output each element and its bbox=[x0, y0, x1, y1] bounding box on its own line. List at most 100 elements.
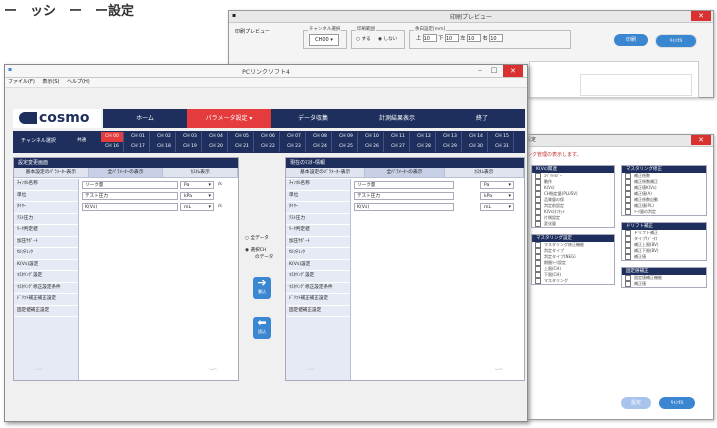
settings-checkbox-row[interactable]: 変化量 bbox=[532, 221, 614, 227]
write-button[interactable]: ➔ 書込 bbox=[253, 277, 271, 299]
channel-button[interactable]: CH 02 bbox=[153, 132, 176, 142]
channel-button[interactable]: CH 14 bbox=[465, 132, 488, 142]
category-row[interactable]: ﾃｽﾄ圧力 bbox=[14, 214, 78, 225]
channel-button[interactable]: CH 11 bbox=[387, 132, 410, 142]
settings-checkbox-row[interactable]: ﾘｰｸ量の判定 bbox=[622, 209, 706, 215]
channel-button[interactable]: CH 22 bbox=[257, 142, 280, 152]
margin-right-spinner[interactable]: 10 bbox=[489, 34, 504, 42]
category-row[interactable]: ﾄﾞﾘﾌﾄ補正補正設定 bbox=[286, 294, 350, 306]
menu-file[interactable]: ファイル(F) bbox=[8, 79, 35, 85]
channel-button[interactable]: CH 15 bbox=[491, 132, 514, 142]
category-row[interactable]: ﾁｬﾝﾈﾙ名称 bbox=[14, 179, 78, 191]
channel-button[interactable]: CH 24 bbox=[309, 142, 332, 152]
tab-all[interactable]: 全ﾊﾟﾗﾒｰﾀｰの表示 bbox=[88, 168, 164, 178]
field-input[interactable]: テスト圧力 bbox=[354, 192, 454, 200]
category-row[interactable]: ﾀｲﾏｰ bbox=[286, 202, 350, 214]
category-row[interactable]: ﾀｲﾏｰ bbox=[14, 202, 78, 214]
radio-selected-ch[interactable]: ◉ 選択CH bbox=[245, 247, 266, 253]
channel-select[interactable]: CH00 ▾ bbox=[309, 34, 339, 46]
field-input[interactable]: リーク量 bbox=[82, 181, 178, 189]
channel-button[interactable]: CH 03 bbox=[179, 132, 202, 142]
margin-bottom-spinner[interactable]: 10 bbox=[444, 34, 459, 42]
channel-button[interactable]: CH 17 bbox=[127, 142, 150, 152]
channel-button[interactable]: CH 10 bbox=[361, 132, 384, 142]
channel-button[interactable]: CH 18 bbox=[153, 142, 176, 152]
field-input[interactable]: リーク量 bbox=[354, 181, 454, 189]
checkbox-icon[interactable] bbox=[535, 278, 541, 284]
category-row[interactable]: 固定値補正設定 bbox=[14, 306, 78, 317]
channel-button[interactable]: CH 21 bbox=[231, 142, 254, 152]
tab-basic[interactable]: 基本設定のﾊﾟﾗﾒｰﾀｰ表示 bbox=[14, 168, 89, 178]
tab-custom[interactable]: ｶｽﾀﾑ表示 bbox=[444, 168, 524, 178]
nav-parameter-settings[interactable]: パラメータ設定 ▾ bbox=[187, 109, 271, 128]
channel-button[interactable]: CH 01 bbox=[127, 132, 150, 142]
category-row[interactable]: ﾏｽﾀﾘﾝｸﾞ設定 bbox=[14, 271, 78, 283]
category-row[interactable]: ｾﾙﾌﾁｪｯｸ bbox=[286, 248, 350, 260]
category-row[interactable]: 加圧ｻﾎﾟｰﾄ bbox=[14, 237, 78, 248]
settings-checkbox-row[interactable]: 補正値 bbox=[622, 254, 706, 260]
channel-button[interactable]: CH 13 bbox=[439, 132, 462, 142]
category-row[interactable]: ｾﾙﾌﾁｪｯｸ bbox=[14, 248, 78, 260]
checkbox-icon[interactable] bbox=[625, 281, 631, 287]
category-row[interactable]: ﾘｰｸ判定値 bbox=[286, 225, 350, 237]
nav-data-collection[interactable]: データ収集 bbox=[271, 109, 355, 128]
category-row[interactable]: 加圧ｻﾎﾟｰﾄ bbox=[286, 237, 350, 248]
settings-cancel-button[interactable]: ｷｬﾝｾﾙ bbox=[659, 397, 695, 409]
channel-button[interactable]: CH 04 bbox=[205, 132, 228, 142]
minimize-icon[interactable]: – bbox=[473, 65, 487, 75]
menu-help[interactable]: ヘルプ(H) bbox=[67, 79, 90, 85]
category-row[interactable]: ﾁｬﾝﾈﾙ名称 bbox=[286, 179, 350, 191]
channel-button[interactable]: CH 16 bbox=[101, 142, 124, 152]
settings-ok-button[interactable]: 設定 bbox=[621, 397, 651, 409]
category-row[interactable]: ﾄﾞﾘﾌﾄ補正補正設定 bbox=[14, 294, 78, 306]
unit-select[interactable]: kPa bbox=[480, 192, 514, 200]
channel-button[interactable]: CH 25 bbox=[335, 142, 358, 152]
field-input[interactable]: K(Vs) bbox=[82, 203, 178, 211]
category-row[interactable]: ﾏｽﾀﾘﾝｸﾞ修正設定条件 bbox=[286, 283, 350, 294]
category-row[interactable]: ﾏｽﾀﾘﾝｸﾞ修正設定条件 bbox=[14, 283, 78, 294]
nav-results[interactable]: 計測結果表示 bbox=[355, 109, 439, 128]
range-radio-on[interactable]: ○ する bbox=[356, 36, 371, 42]
checkbox-icon[interactable] bbox=[625, 209, 631, 215]
field-input[interactable]: K(Vs) bbox=[354, 203, 454, 211]
tab-all[interactable]: 全ﾊﾟﾗﾒｰﾀｰの表示 bbox=[365, 168, 445, 178]
category-row[interactable]: 単位 bbox=[286, 191, 350, 202]
category-row[interactable]: 単位 bbox=[14, 191, 78, 202]
tab-custom[interactable]: ｶｽﾀﾑ表示 bbox=[163, 168, 239, 178]
channel-button[interactable]: CH 30 bbox=[465, 142, 488, 152]
tab-basic[interactable]: 基本設定のﾊﾟﾗﾒｰﾀｰ表示 bbox=[286, 168, 366, 178]
unit-select[interactable]: mL bbox=[180, 203, 214, 211]
menu-view[interactable]: 表示(S) bbox=[42, 79, 59, 85]
unit-select[interactable]: Pa bbox=[480, 181, 514, 189]
channel-button[interactable]: CH 28 bbox=[413, 142, 436, 152]
checkbox-icon[interactable] bbox=[625, 254, 631, 260]
channel-button[interactable]: CH 23 bbox=[283, 142, 306, 152]
print-cancel-button[interactable]: ｷｬﾝｾﾙ bbox=[655, 34, 697, 48]
channel-button[interactable]: CH 07 bbox=[283, 132, 306, 142]
margin-left-spinner[interactable]: 10 bbox=[467, 34, 482, 42]
nav-home[interactable]: ホーム bbox=[103, 109, 187, 128]
close-icon[interactable]: ✕ bbox=[691, 11, 711, 21]
channel-button[interactable]: CH 12 bbox=[413, 132, 436, 142]
read-button[interactable]: ⬅ 読込 bbox=[253, 317, 271, 339]
settings-checkbox-row[interactable]: 補正値 bbox=[622, 281, 706, 287]
radio-all-data[interactable]: ○ 全データ bbox=[245, 235, 269, 241]
category-row[interactable]: ﾃｽﾄ圧力 bbox=[286, 214, 350, 225]
channel-button[interactable]: CH 31 bbox=[491, 142, 514, 152]
channel-button[interactable]: CH 26 bbox=[361, 142, 384, 152]
category-row[interactable]: ﾘｰｸ判定値 bbox=[14, 225, 78, 237]
channel-button[interactable]: CH 08 bbox=[309, 132, 332, 142]
channel-button[interactable]: CH 09 bbox=[335, 132, 358, 142]
category-row[interactable]: ﾏｽﾀﾘﾝｸﾞ設定 bbox=[286, 271, 350, 283]
category-row[interactable]: K(Vs)設定 bbox=[286, 260, 350, 271]
range-radio-off[interactable]: ◉ しない bbox=[378, 36, 397, 42]
channel-button[interactable]: CH 05 bbox=[231, 132, 254, 142]
category-row[interactable]: K(Vs)設定 bbox=[14, 260, 78, 271]
settings-checkbox-row[interactable]: マスタリング bbox=[532, 278, 614, 284]
channel-button[interactable]: CH 06 bbox=[257, 132, 280, 142]
channel-button[interactable]: CH 19 bbox=[179, 142, 202, 152]
checkbox-icon[interactable] bbox=[535, 221, 541, 227]
settings-close-icon[interactable]: ✕ bbox=[691, 135, 711, 145]
channel-button[interactable]: CH 27 bbox=[387, 142, 410, 152]
nav-exit[interactable]: 終了 bbox=[439, 109, 525, 128]
